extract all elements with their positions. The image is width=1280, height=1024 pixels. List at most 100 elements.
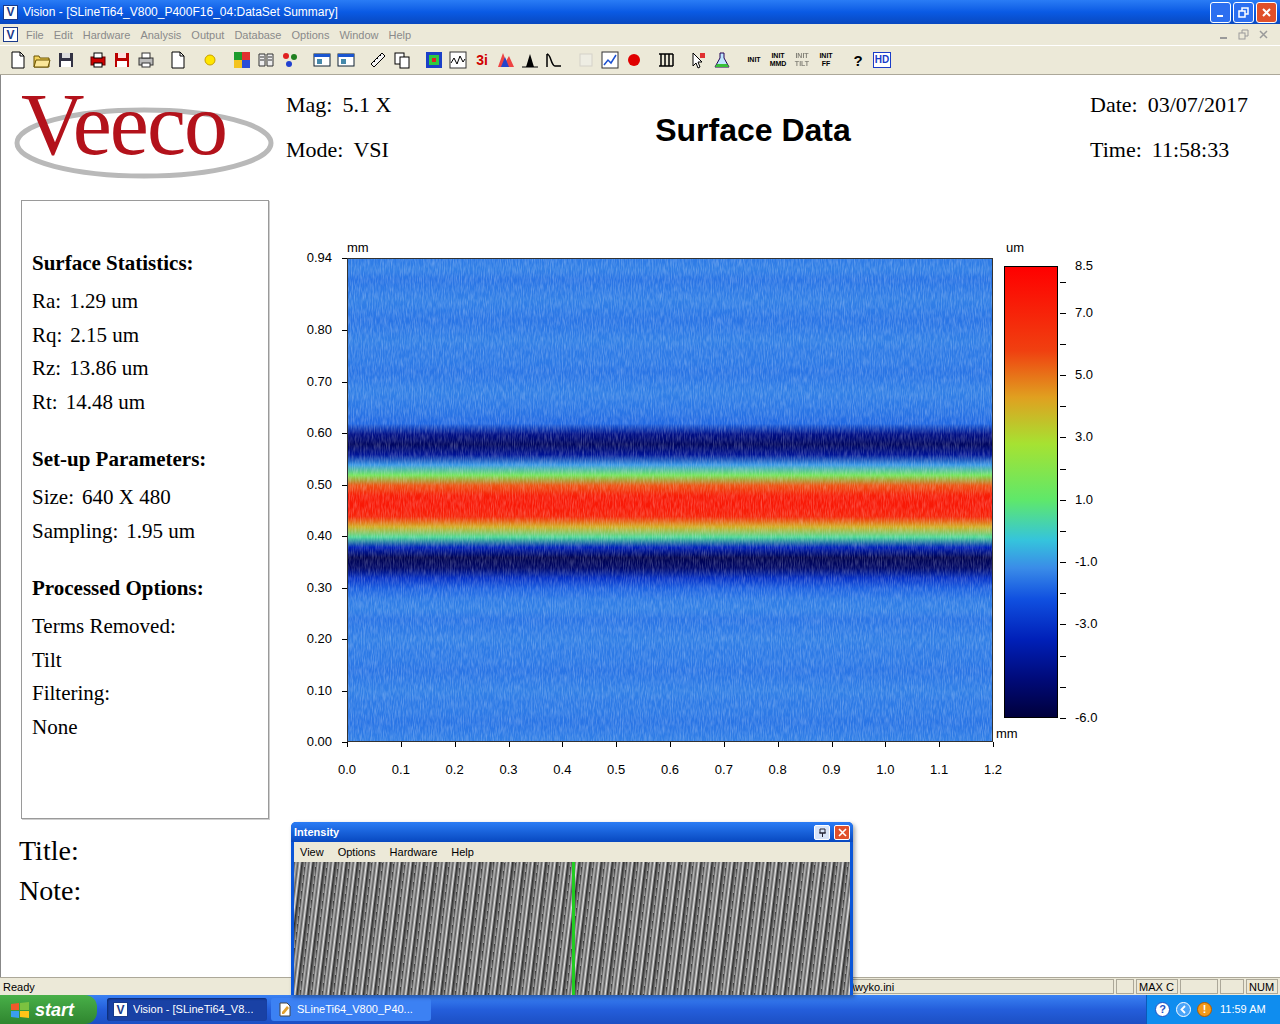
toolbar-button[interactable] [254,48,278,72]
minimize-icon [1215,7,1226,18]
y-tick-label: 0.00 [296,734,332,750]
minimize-icon[interactable] [1217,29,1231,41]
toolbar-button[interactable] [366,48,390,72]
grid-icon [233,51,251,69]
mag-mode: Mag:5.1 XMode:VSI [286,75,648,200]
chevron-icon[interactable] [1176,1002,1191,1017]
stats-row: Sampling:1.95 um [32,515,258,549]
spectrum-icon [497,51,515,69]
toolbar-button[interactable] [446,48,470,72]
toolbar-button[interactable] [110,48,134,72]
close-icon [1261,7,1272,18]
window-icon [337,51,355,69]
colorbar-tick-mark [1060,656,1066,657]
menu-item[interactable]: Edit [54,28,73,42]
close-button[interactable] [1256,2,1277,23]
toolbar-button[interactable]: INIT [742,48,766,72]
toolbar-button[interactable]: ? [846,48,870,72]
toolbar-button[interactable] [686,48,710,72]
toolbar-button[interactable] [310,48,334,72]
toolbar-button[interactable] [54,48,78,72]
stats-row: Tilt [32,644,258,678]
toolbar-button[interactable]: INIT FF [814,48,838,72]
menu-item[interactable]: Help [451,845,474,859]
toolbar-button[interactable] [230,48,254,72]
app-icon: V [113,1002,128,1017]
close-button[interactable] [834,825,850,840]
menu-item[interactable]: Help [389,28,412,42]
stats-row: Size:640 X 480 [32,481,258,515]
toolbar-button[interactable] [622,48,646,72]
x-tick-mark [616,742,617,747]
mode-field: Mode:VSI [286,127,648,172]
toolbar-button[interactable] [574,48,598,72]
toolbar-button[interactable] [654,48,678,72]
toolbar-button[interactable] [334,48,358,72]
minimize-button[interactable] [1210,2,1231,23]
x-tick-label: 0.7 [715,762,733,778]
close-icon[interactable] [1257,29,1271,41]
menu-item[interactable]: Hardware [390,845,438,859]
footer-field[interactable]: Note: [19,871,269,911]
sun-icon [201,51,219,69]
toolbar-button[interactable] [518,48,542,72]
taskbar-button[interactable]: SLineTi64_V800_P40... [271,998,431,1021]
disk-icon [57,51,75,69]
toolbar-button[interactable] [422,48,446,72]
restore-button[interactable] [1233,2,1254,23]
toolbar-button[interactable] [494,48,518,72]
toolbar-button[interactable]: HD [870,48,894,72]
colorbar-tick-mark [1060,500,1066,501]
toolbar-button[interactable] [542,48,566,72]
colorbar-tick-label: -1.0 [1075,554,1097,570]
window-title: Vision - [SLineTi64_V800_P400F16_04:Data… [23,3,1205,21]
pin-button[interactable] [814,825,830,840]
taskbar: start VVision - [SLineTi64_V8...SLineTi64… [0,995,1280,1024]
toolbar-button[interactable] [134,48,158,72]
toolbar-separator [646,49,654,71]
stats-row: None [32,711,258,745]
folder-icon [33,51,51,69]
menu-item[interactable]: Options [291,28,329,42]
menu-item[interactable]: File [26,28,44,42]
menu-item[interactable]: Database [234,28,281,42]
desktop: V Vision - [SLineTi64_V800_P400F16_04:Dat… [0,0,1280,1024]
toolbar-button[interactable] [6,48,30,72]
menu-item[interactable]: Analysis [140,28,181,42]
toolbar-button[interactable]: 3i [470,48,494,72]
colorbar-tick-mark [1060,313,1066,314]
flask-icon [713,51,731,69]
toolbar-button[interactable] [598,48,622,72]
footer-field[interactable]: Title: [19,831,269,871]
profile-cursor[interactable] [572,862,575,995]
tray-help[interactable]: ? [1155,1002,1170,1017]
histogram-icon [521,51,539,69]
title-bar[interactable]: VVision - [SLineTi64_V800_P400F16_04:Dat… [0,0,1280,24]
toolbar-button[interactable] [198,48,222,72]
toolbar-button[interactable]: INIT MMD [766,48,790,72]
toolbar-button[interactable] [166,48,190,72]
x-tick-mark [885,742,886,747]
document-icon [277,1002,292,1017]
record-icon [625,51,643,69]
toolbar-button[interactable] [30,48,54,72]
y-tick-label: 0.40 [296,528,332,544]
menu-item[interactable]: View [300,845,324,859]
taskbar-button[interactable]: VVision - [SLineTi64_V8... [107,998,267,1021]
restore-icon[interactable] [1237,29,1251,41]
toolbar-button[interactable] [86,48,110,72]
intensity-window[interactable]: Intensity View Options Hardware Help [291,822,853,995]
intensity-title-bar[interactable]: Intensity [291,822,853,842]
toolbar-button[interactable] [278,48,302,72]
toolbar-button[interactable] [710,48,734,72]
toolbar-button[interactable] [390,48,414,72]
intensity-image[interactable] [294,862,850,995]
toolbar-button[interactable]: INIT TILT [790,48,814,72]
menu-item[interactable]: Output [191,28,224,42]
stats-section: Set-up Parameters:Size:640 X 480Sampling… [32,443,258,548]
tray-alert[interactable]: ! [1197,1002,1212,1017]
menu-item[interactable]: Options [338,845,376,859]
menu-item[interactable]: Hardware [83,28,131,42]
start-button[interactable]: start [0,995,97,1024]
menu-item[interactable]: Window [339,28,378,42]
